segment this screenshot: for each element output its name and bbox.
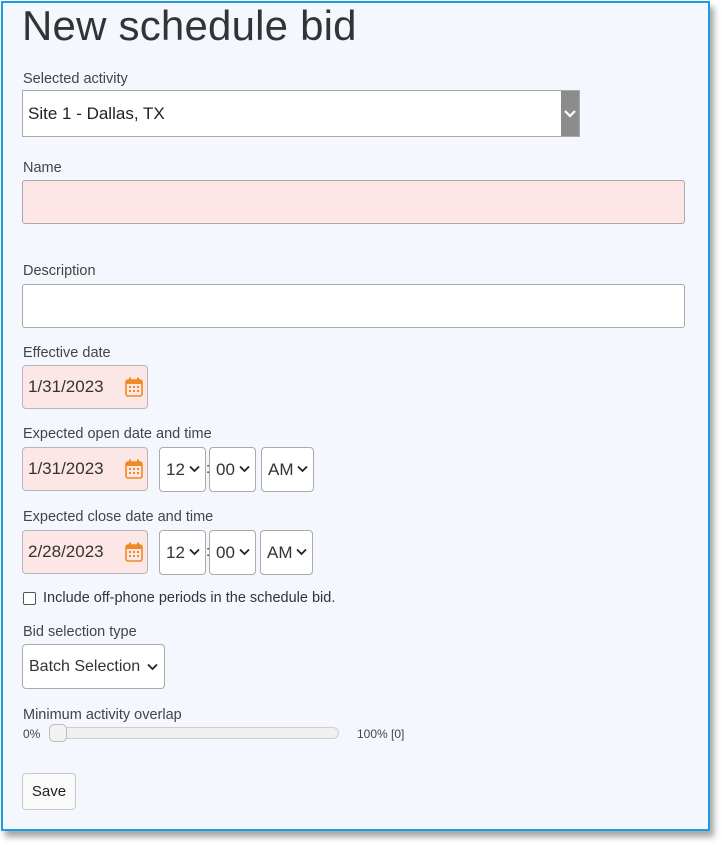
chevron-down-icon bbox=[189, 465, 200, 473]
open-ampm-value: AM bbox=[268, 460, 294, 479]
calendar-icon[interactable] bbox=[125, 459, 143, 479]
close-hour-select[interactable]: 12 bbox=[159, 530, 206, 575]
activity-label: Selected activity bbox=[23, 71, 128, 87]
open-minute-select[interactable]: 00 bbox=[209, 447, 256, 492]
open-ampm-select[interactable]: AM bbox=[261, 447, 314, 492]
chevron-down-icon bbox=[296, 548, 307, 556]
close-ampm-value: AM bbox=[267, 543, 293, 562]
activity-select-value: Site 1 - Dallas, TX bbox=[28, 104, 165, 123]
bid-type-value: Batch Selection bbox=[29, 658, 141, 675]
chevron-down-icon bbox=[189, 548, 200, 556]
close-minute-value: 00 bbox=[216, 543, 235, 562]
calendar-icon[interactable] bbox=[125, 377, 143, 397]
save-button[interactable]: Save bbox=[22, 773, 76, 810]
effective-date-value: 1/31/2023 bbox=[28, 377, 104, 396]
name-label: Name bbox=[23, 160, 62, 176]
offphone-checkbox[interactable] bbox=[23, 592, 36, 605]
overlap-slider-track[interactable] bbox=[49, 727, 339, 739]
open-date-value: 1/31/2023 bbox=[28, 459, 104, 478]
close-date-label: Expected close date and time bbox=[23, 509, 214, 525]
close-ampm-select[interactable]: AM bbox=[260, 530, 313, 575]
open-date-input[interactable]: 1/31/2023 bbox=[22, 447, 148, 491]
chevron-down-icon bbox=[239, 465, 250, 473]
close-minute-select[interactable]: 00 bbox=[209, 530, 256, 575]
overlap-max-label: 100% bbox=[357, 727, 388, 741]
overlap-slider-thumb[interactable] bbox=[49, 724, 67, 742]
open-hour-value: 12 bbox=[166, 460, 185, 479]
close-hour-value: 12 bbox=[166, 543, 185, 562]
close-date-input[interactable]: 2/28/2023 bbox=[22, 530, 148, 574]
open-hour-select[interactable]: 12 bbox=[159, 447, 206, 492]
close-date-value: 2/28/2023 bbox=[28, 542, 104, 561]
page-title: New schedule bid bbox=[22, 2, 357, 49]
chevron-down-icon bbox=[147, 663, 158, 671]
effective-date-input[interactable]: 1/31/2023 bbox=[22, 365, 148, 409]
calendar-icon[interactable] bbox=[125, 542, 143, 562]
overlap-value-label: [0] bbox=[391, 727, 405, 741]
overlap-min-label: 0% bbox=[23, 727, 41, 741]
bid-type-select[interactable]: Batch Selection bbox=[22, 644, 165, 689]
description-input[interactable] bbox=[22, 284, 685, 328]
open-minute-value: 00 bbox=[216, 460, 235, 479]
description-label: Description bbox=[23, 263, 96, 279]
chevron-down-icon bbox=[561, 91, 579, 136]
open-date-label: Expected open date and time bbox=[23, 426, 212, 442]
bid-type-label: Bid selection type bbox=[23, 624, 137, 640]
chevron-down-icon bbox=[239, 548, 250, 556]
overlap-label: Minimum activity overlap bbox=[23, 707, 182, 723]
offphone-label[interactable]: Include off-phone periods in the schedul… bbox=[43, 590, 335, 606]
effective-date-label: Effective date bbox=[23, 345, 111, 361]
name-input[interactable] bbox=[22, 180, 685, 224]
activity-select[interactable]: Site 1 - Dallas, TX bbox=[22, 90, 580, 137]
chevron-down-icon bbox=[297, 465, 308, 473]
